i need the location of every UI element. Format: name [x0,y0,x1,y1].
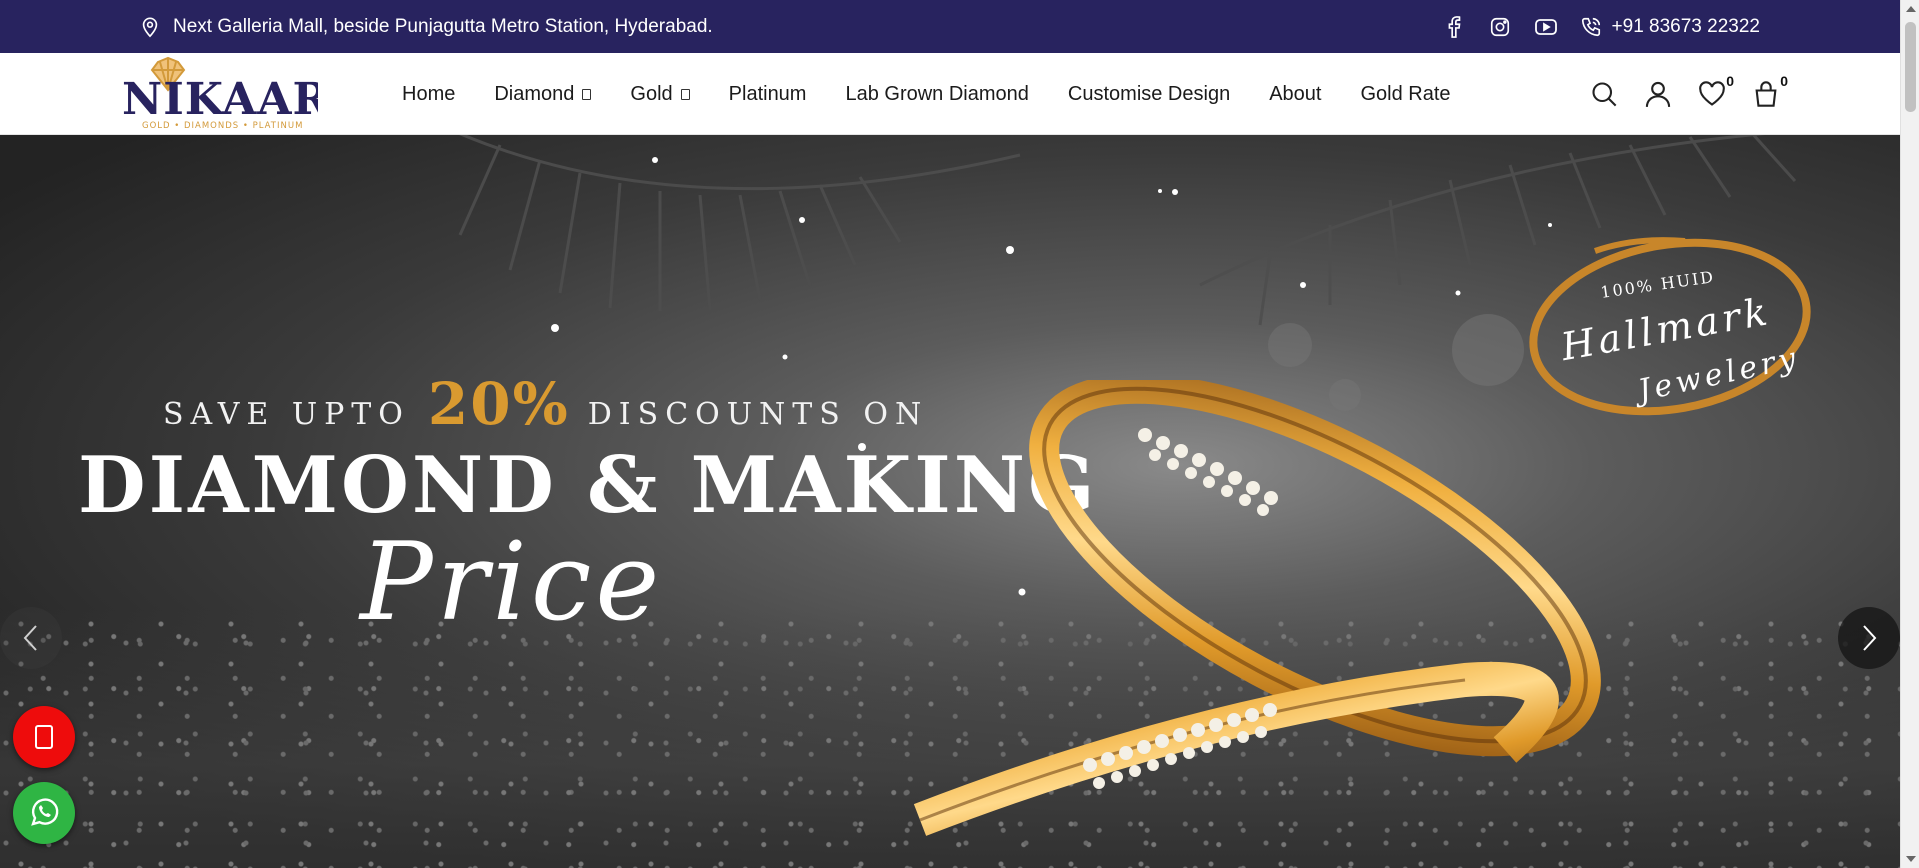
wishlist-count: 0 [1726,73,1734,89]
nav-item-about[interactable]: About [1269,83,1321,106]
carousel-prev-button[interactable] [0,607,62,669]
nav-item-gold-rate[interactable]: Gold Rate [1360,83,1450,106]
hero-headline-save: SAVE UPTO 20% DISCOUNTS ON [163,370,929,438]
youtube-icon[interactable] [1534,15,1558,39]
search-icon[interactable] [1590,79,1618,109]
phone-number: +91 83673 22322 [1611,15,1760,37]
phone-link[interactable]: +91 83673 22322 [1580,16,1760,38]
address-text: Next Galleria Mall, beside Punjagutta Me… [173,15,713,37]
address-block: Next Galleria Mall, beside Punjagutta Me… [139,0,713,53]
whatsapp-icon [31,798,59,826]
cart-count: 0 [1780,73,1788,89]
nav-item-diamond[interactable]: Diamond [494,83,592,106]
phone-icon [35,725,53,749]
dropdown-icon [680,88,690,100]
instagram-icon[interactable] [1488,15,1512,39]
brand-logo[interactable]: NIKAARA GOLD • DIAMONDS • PLATINUM [122,56,364,132]
nav-item-gold[interactable]: Gold [630,83,690,106]
top-bar: Next Galleria Mall, beside Punjagutta Me… [0,0,1900,53]
cart-icon[interactable]: 0 [1752,73,1788,109]
nav-tools: 0 0 [1590,53,1788,135]
scrollbar-thumb[interactable] [1905,22,1916,112]
nav-menu: Home Diamond Gold Platinum Lab Grown Dia… [402,53,1451,135]
page-scrollbar[interactable] [1900,0,1919,868]
facebook-icon[interactable] [1442,15,1466,39]
scroll-up-icon[interactable] [1906,6,1916,12]
chevron-right-icon [1863,625,1877,651]
account-icon[interactable] [1644,79,1672,109]
discount-percent: 20% [427,370,570,438]
gold-bangles-image [913,380,1601,836]
svg-text:GOLD • DIAMONDS • PLATINUM: GOLD • DIAMONDS • PLATINUM [142,121,303,131]
chevron-left-icon [23,625,37,651]
scroll-down-icon[interactable] [1906,856,1916,862]
top-bar-right: +91 83673 22322 [1442,0,1760,53]
call-button[interactable] [13,706,75,768]
location-icon [142,16,158,37]
phone-icon [1581,17,1600,36]
hero-headline-price: Price [360,520,664,645]
hero-banner[interactable]: SAVE UPTO 20% DISCOUNTS ON DIAMOND & MAK… [0,135,1900,868]
nav-item-platinum[interactable]: Platinum [729,83,807,106]
wishlist-icon[interactable]: 0 [1698,73,1734,109]
svg-text:NIKAARA: NIKAARA [122,74,318,125]
whatsapp-button[interactable] [13,782,75,844]
carousel-next-button[interactable] [1838,607,1900,669]
nav-item-home[interactable]: Home [402,83,455,106]
nav-item-lab-grown-diamond[interactable]: Lab Grown Diamond [845,83,1028,106]
nav-item-customise-design[interactable]: Customise Design [1068,83,1230,106]
dropdown-icon [582,88,592,100]
main-nav: NIKAARA GOLD • DIAMONDS • PLATINUM Home … [0,53,1900,135]
